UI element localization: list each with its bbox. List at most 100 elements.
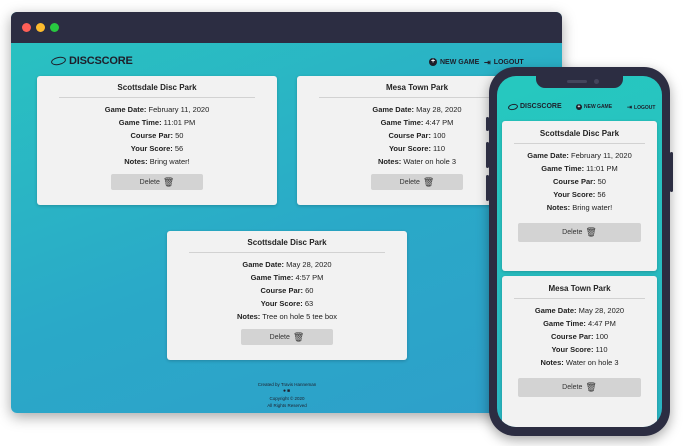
delete-button[interactable]: Delete 🗑: [518, 378, 641, 397]
score-value: 56: [597, 190, 606, 199]
phone-power-button: [670, 152, 673, 192]
score-row: Your Score: 56: [502, 188, 657, 201]
speaker-grille: [567, 80, 587, 83]
notes-label: Notes:: [236, 312, 261, 321]
course-par-row: Course Par: 50: [502, 175, 657, 188]
logout-label: LOGOUT: [493, 59, 524, 66]
game-time-value: 4:57 PM: [295, 273, 324, 282]
new-game-label: NEW GAME: [584, 104, 613, 110]
divider: [189, 252, 385, 253]
game-date-row: Game Date: May 28, 2020: [502, 304, 657, 317]
footer-rights: All Rights Reserved: [267, 403, 307, 408]
delete-label: Delete: [139, 178, 160, 186]
course-par-value: 100: [595, 332, 609, 341]
game-card: Scottsdale Disc Park Game Date: May 28, …: [167, 231, 407, 360]
score-label: Your Score:: [260, 299, 303, 308]
trash-icon: 🗑: [292, 331, 305, 342]
footer: Created by Travis Hanneman ●■ Copyright …: [237, 381, 337, 409]
notes-value: Bring water!: [149, 157, 190, 166]
score-label: Your Score:: [553, 190, 596, 199]
score-value: 110: [433, 144, 445, 153]
logout-label: LOGOUT: [634, 104, 656, 111]
logout-link[interactable]: ⇥ LOGOUT: [627, 104, 656, 112]
course-par-value: 100: [433, 131, 446, 140]
delete-button[interactable]: Delete 🗑: [111, 174, 203, 190]
desktop-window: DISCSCORE + NEW GAME ⇥ LOGOUT Scottsdale…: [11, 12, 562, 413]
game-time-value: 4:47 PM: [587, 319, 616, 328]
maximize-window-button[interactable]: [50, 23, 59, 32]
phone-volume-up: [486, 142, 489, 168]
delete-label: Delete: [399, 178, 420, 186]
brand-logo[interactable]: DISCSCORE: [50, 55, 133, 67]
course-par-row: Course Par: 50: [37, 129, 277, 142]
game-date-label: Game Date:: [104, 105, 147, 114]
delete-button[interactable]: Delete 🗑: [518, 223, 641, 242]
notes-value: Water on hole 3: [565, 358, 619, 367]
trash-icon: 🗑: [585, 227, 597, 237]
game-time-label: Game Time:: [380, 118, 424, 127]
notes-row: Notes: Bring water!: [37, 155, 277, 168]
score-value: 56: [174, 144, 184, 153]
game-time-label: Game Time:: [250, 273, 294, 282]
game-date-label: Game Date:: [372, 105, 415, 114]
game-time-row: Game Time: 4:47 PM: [502, 317, 657, 330]
new-game-label: NEW GAME: [440, 58, 480, 66]
linkedin-icon[interactable]: ■: [287, 388, 291, 394]
score-row: Your Score: 63: [167, 297, 407, 310]
score-label: Your Score:: [130, 144, 173, 153]
notes-label: Notes:: [377, 157, 402, 166]
divider: [514, 298, 645, 299]
new-game-link[interactable]: + NEW GAME: [576, 104, 612, 110]
close-window-button[interactable]: [22, 23, 31, 32]
footer-social: ●■: [237, 388, 337, 395]
delete-button[interactable]: Delete 🗑: [241, 329, 333, 345]
delete-label: Delete: [562, 384, 583, 391]
game-card: Mesa Town Park Game Date: May 28, 2020 G…: [502, 276, 657, 427]
plus-circle-icon: +: [429, 58, 437, 66]
new-game-link[interactable]: + NEW GAME: [429, 58, 479, 66]
trash-icon: 🗑: [585, 382, 597, 392]
course-par-label: Course Par:: [130, 131, 174, 140]
course-par-value: 50: [597, 177, 606, 186]
game-date-value: February 11, 2020: [148, 105, 210, 114]
score-value: 63: [304, 299, 314, 308]
delete-button[interactable]: Delete 🗑: [371, 174, 463, 190]
brand-name: DISCSCORE: [520, 103, 562, 110]
notes-value: Water on hole 3: [403, 157, 457, 166]
game-date-label: Game Date:: [534, 306, 577, 315]
course-par-label: Course Par:: [260, 286, 304, 295]
score-row: Your Score: 56: [37, 142, 277, 155]
footer-copyright: Copyright © 2020: [269, 396, 305, 401]
score-value: 110: [595, 345, 608, 354]
game-time-value: 11:01 PM: [586, 164, 618, 173]
course-par-label: Course Par:: [553, 177, 596, 186]
course-par-value: 60: [305, 286, 314, 295]
game-date-value: February 11, 2020: [571, 151, 632, 160]
score-label: Your Score:: [551, 345, 594, 354]
minimize-window-button[interactable]: [36, 23, 45, 32]
phone-notch: [536, 76, 623, 88]
game-date-label: Game Date:: [242, 260, 285, 269]
window-titlebar: [11, 12, 562, 43]
camera-icon: [594, 79, 599, 84]
trash-icon: 🗑: [162, 176, 175, 187]
brand-logo[interactable]: DISCSCORE: [507, 102, 562, 111]
course-name: Scottsdale Disc Park: [539, 129, 620, 138]
course-name: Scottsdale Disc Park: [117, 83, 197, 92]
game-date-value: May 28, 2020: [286, 260, 332, 269]
course-par-value: 50: [175, 131, 184, 140]
disc-logo-icon: [50, 55, 67, 67]
course-name: Mesa Town Park: [548, 284, 611, 293]
divider: [514, 143, 645, 144]
course-par-label: Course Par:: [388, 131, 431, 140]
logout-link[interactable]: ⇥ LOGOUT: [484, 58, 524, 67]
logout-icon: ⇥: [484, 58, 491, 67]
game-date-row: Game Date: February 11, 2020: [37, 103, 277, 116]
notes-label: Notes:: [546, 203, 571, 212]
course-par-label: Course Par:: [550, 332, 594, 341]
divider: [59, 97, 255, 98]
phone-screen: DISCSCORE + NEW GAME ⇥ LOGOUT Scottsdale…: [497, 76, 662, 427]
footer-credit: Created by Travis Hanneman: [257, 382, 317, 387]
game-date-row: Game Date: May 28, 2020: [167, 258, 407, 271]
game-time-label: Game Time:: [541, 164, 585, 173]
